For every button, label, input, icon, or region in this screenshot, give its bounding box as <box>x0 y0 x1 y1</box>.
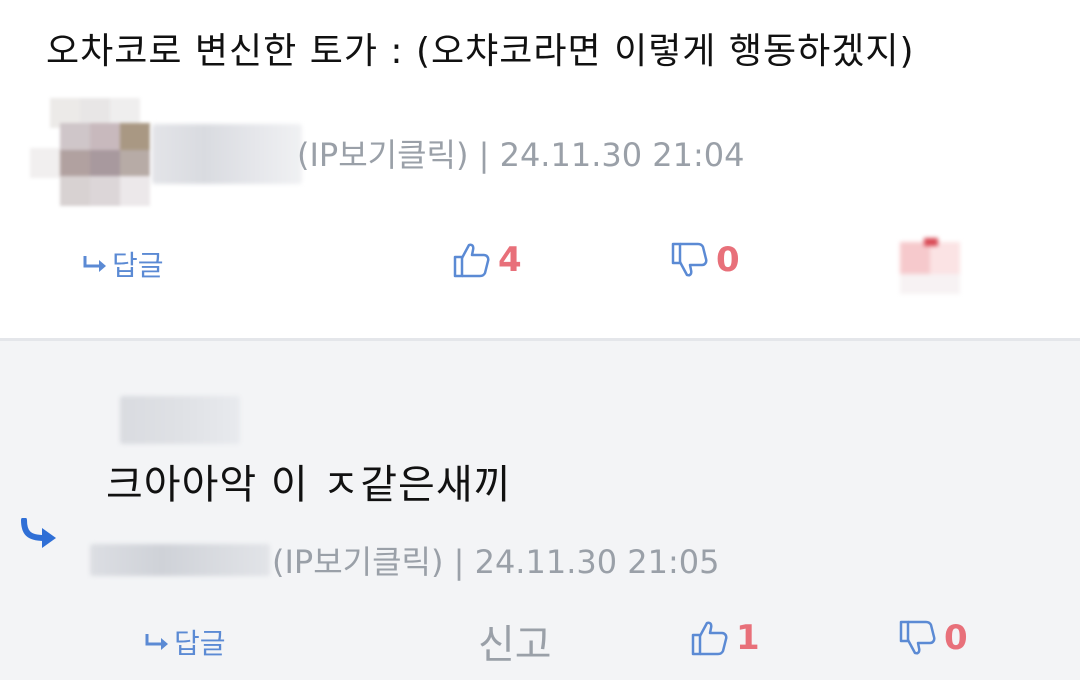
reply-indicator-icon <box>21 518 56 548</box>
reply-arrow-icon <box>145 634 168 650</box>
dislike-count: 0 <box>944 618 968 658</box>
reply-button[interactable]: 답글 <box>82 244 164 284</box>
comment-meta: (IP보기클릭) | 24.11.30 21:04 <box>297 136 745 174</box>
comment-text: 오차코로 변신한 토가 : (오챠코라면 이렇게 행동하겠지) <box>46 31 915 72</box>
report-button[interactable]: 신고 <box>478 612 552 670</box>
thumbs-up-icon <box>691 621 728 656</box>
like-count: 1 <box>736 618 760 658</box>
like-count: 4 <box>498 240 522 280</box>
reply-arrow-icon <box>83 256 106 272</box>
thumbs-down-icon <box>671 242 708 277</box>
reply-label: 답글 <box>112 249 164 282</box>
reply-nickname-redacted[interactable] <box>90 544 270 576</box>
thumbs-up-icon <box>453 243 490 278</box>
like-button[interactable]: 4 <box>452 240 522 280</box>
avatar[interactable] <box>30 98 152 208</box>
dislike-button[interactable]: 0 <box>670 240 740 280</box>
reply-label: 답글 <box>174 627 226 660</box>
username-redacted[interactable] <box>152 124 302 184</box>
reply-text: 크아아악 이 ㅈ같은새끼 <box>106 462 512 508</box>
reply-username-redacted[interactable] <box>120 396 240 444</box>
thumbs-down-icon <box>899 620 936 655</box>
reply-meta: (IP보기클릭) | 24.11.30 21:05 <box>272 543 720 581</box>
reply-dislike-button[interactable]: 0 <box>898 618 968 658</box>
report-button-redacted[interactable] <box>900 238 960 294</box>
reply-like-button[interactable]: 1 <box>690 618 760 658</box>
reply-reply-button[interactable]: 답글 <box>144 622 226 662</box>
dislike-count: 0 <box>716 240 740 280</box>
comment: 오차코로 변신한 토가 : (오챠코라면 이렇게 행동하겠지) (IP보기클릭)… <box>0 0 1080 338</box>
